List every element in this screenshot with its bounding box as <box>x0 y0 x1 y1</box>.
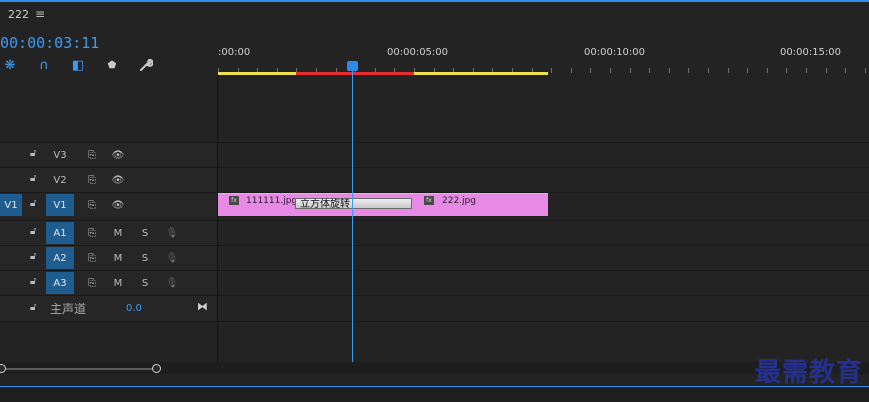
lock-icon[interactable]: 🔓︎ <box>30 251 36 262</box>
lock-icon[interactable]: 🔓︎ <box>30 198 36 209</box>
hamburger-menu-icon[interactable]: ≡ <box>35 7 45 21</box>
sequence-tab[interactable]: 222 <box>8 8 29 21</box>
microphone-icon[interactable]: 🎙︎ <box>158 247 186 269</box>
eye-icon[interactable]: 👁︎ <box>104 194 132 216</box>
ruler-tick <box>708 68 709 73</box>
ruler-tick <box>610 68 611 73</box>
lock-icon[interactable]: 🔓︎ <box>30 226 36 237</box>
sync-lock-icon[interactable]: ⎘ <box>78 247 106 269</box>
mute-button[interactable]: M <box>104 247 132 269</box>
microphone-icon[interactable]: 🎙︎ <box>158 272 186 294</box>
ruler-label-10s: 00:00:10:00 <box>584 47 646 58</box>
work-area-bar-start[interactable] <box>218 72 296 75</box>
master-track-label: 主声道 <box>50 302 87 316</box>
lock-icon[interactable]: 🔓︎ <box>30 173 36 184</box>
zoom-handle-right[interactable] <box>152 364 161 373</box>
go-to-edit-point-icon[interactable]: ⧓ <box>197 300 208 313</box>
zoom-scrollbar[interactable] <box>0 368 157 370</box>
lock-icon[interactable]: 🔓︎ <box>30 276 36 287</box>
sync-lock-icon[interactable]: ⎘ <box>78 144 106 166</box>
clip-name-2: 222.jpg <box>442 196 476 206</box>
master-volume-value[interactable]: 0.0 <box>126 303 142 314</box>
ruler-tick <box>826 68 827 73</box>
track-target-v2[interactable]: V2 <box>46 169 74 191</box>
empty-track-area <box>0 76 869 142</box>
ruler-tick <box>649 68 650 73</box>
ruler-label-5s: 00:00:05:00 <box>387 47 449 58</box>
ruler-tick <box>590 68 591 73</box>
ruler-tick <box>630 68 631 73</box>
microphone-icon[interactable]: 🎙︎ <box>158 222 186 244</box>
track-row-v2: 🔓︎ V2 ⎘ 👁︎ <box>0 167 869 192</box>
ruler-tick <box>747 68 748 73</box>
ruler-tick <box>767 68 768 73</box>
ruler-tick <box>669 68 670 73</box>
ruler-tick <box>688 68 689 73</box>
solo-button[interactable]: S <box>131 272 159 294</box>
source-patch-v1[interactable]: V1 <box>0 194 22 216</box>
ruler-tick <box>728 68 729 73</box>
track-row-a3: 🔓︎ A3 ⎘ M S 🎙︎ <box>0 270 869 295</box>
playhead-line[interactable] <box>352 70 353 362</box>
track-target-a2[interactable]: A2 <box>46 247 74 269</box>
sync-lock-icon[interactable]: ⎘ <box>78 194 106 216</box>
track-row-a1: 🔓︎ A1 ⎘ M S 🎙︎ <box>0 220 869 245</box>
track-target-a3[interactable]: A3 <box>46 272 74 294</box>
track-divider <box>0 321 869 322</box>
ruler-tick <box>786 68 787 73</box>
add-marker-icon[interactable]: ◧ <box>70 57 86 73</box>
fx-badge-icon: fx <box>424 196 434 205</box>
track-target-a1[interactable]: A1 <box>46 222 74 244</box>
sync-lock-icon[interactable]: ⎘ <box>78 222 106 244</box>
playhead-timecode[interactable]: 00:00:03:11 <box>0 34 99 52</box>
wrench-icon[interactable] <box>138 57 154 73</box>
track-row-a2: 🔓︎ A2 ⎘ M S 🎙︎ <box>0 245 869 270</box>
ruler-tick <box>865 68 866 73</box>
solo-button[interactable]: S <box>131 222 159 244</box>
transition-cube-spin[interactable]: 立方体旋转 <box>295 198 412 210</box>
timeline-panel-header <box>0 2 869 30</box>
solo-button[interactable]: S <box>131 247 159 269</box>
track-header-divider <box>217 76 218 362</box>
track-row-master: 🔓︎ 主声道 0.0 ⧓ <box>0 295 869 322</box>
work-area-bar-render[interactable] <box>296 72 414 75</box>
lock-icon[interactable]: 🔓︎ <box>30 148 36 159</box>
work-area-bar-end[interactable] <box>414 72 548 75</box>
playhead-handle[interactable] <box>347 61 358 71</box>
fx-badge-icon: fx <box>229 196 239 205</box>
ruler-label-15s: 00:00:15:00 <box>780 47 842 58</box>
track-target-v3[interactable]: V3 <box>46 144 74 166</box>
marker-icon[interactable]: ⬟ <box>104 57 120 73</box>
mute-button[interactable]: M <box>104 222 132 244</box>
sync-lock-icon[interactable]: ⎘ <box>78 272 106 294</box>
panel-footer <box>0 387 869 402</box>
track-target-v1[interactable]: V1 <box>46 194 74 216</box>
snap-icon[interactable]: ❋ <box>2 57 18 73</box>
eye-icon[interactable]: 👁︎ <box>104 144 132 166</box>
watermark-logo: 最需教育 <box>754 358 863 388</box>
ruler-tick <box>551 68 552 73</box>
mute-button[interactable]: M <box>104 272 132 294</box>
linked-selection-icon[interactable]: ∩ <box>36 57 52 73</box>
track-row-v3: 🔓︎ V3 ⎘ 👁︎ <box>0 142 869 167</box>
clip-name-1: 111111.jpg <box>246 196 298 206</box>
ruler-label-0: :00:00 <box>218 47 251 58</box>
ruler-tick <box>845 68 846 73</box>
sync-lock-icon[interactable]: ⎘ <box>78 169 106 191</box>
ruler-tick <box>571 68 572 73</box>
eye-icon[interactable]: 👁︎ <box>104 169 132 191</box>
lock-icon[interactable]: 🔓︎ <box>30 302 36 313</box>
ruler-tick <box>806 68 807 73</box>
